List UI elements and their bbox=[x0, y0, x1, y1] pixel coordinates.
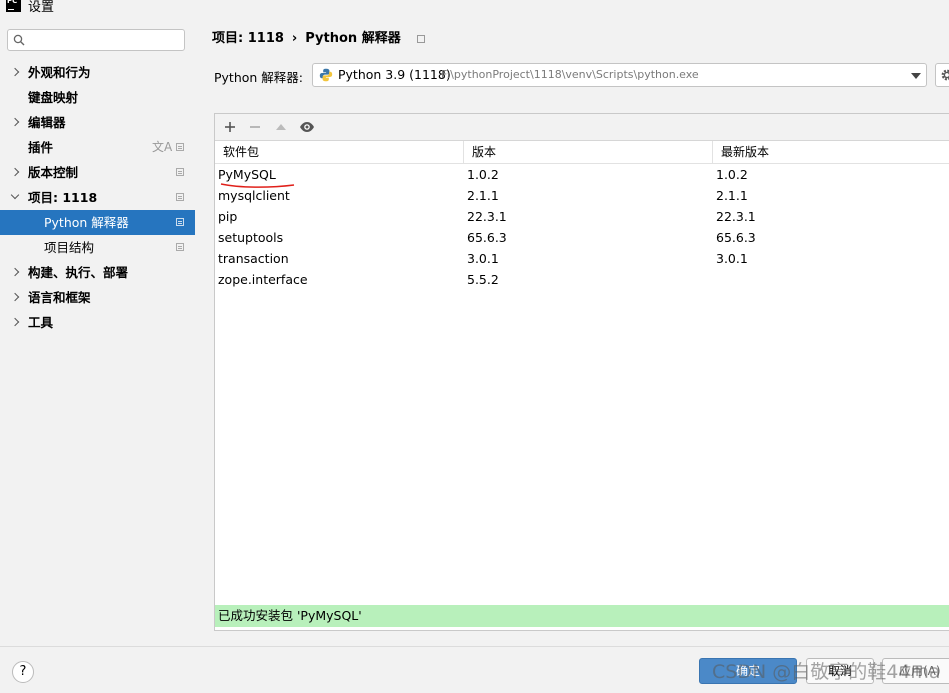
package-name: zope.interface bbox=[218, 272, 308, 287]
package-name: setuptools bbox=[218, 230, 284, 245]
interpreter-path: F:\pythonProject\1118\venv\Scripts\pytho… bbox=[441, 68, 699, 81]
sidebar-item-label: 工具 bbox=[28, 315, 54, 330]
sidebar-item-keymap[interactable]: 键盘映射 bbox=[0, 85, 195, 110]
package-table-panel: 软件包 版本 最新版本 PyMySQL 1.0.2 1.0.2 mysqlcli… bbox=[214, 113, 949, 631]
package-latest-version: 3.0.1 bbox=[716, 251, 748, 266]
sidebar-item-label: 项目: 1118 bbox=[28, 190, 98, 205]
sidebar-item-label: 插件 bbox=[28, 140, 54, 155]
package-name: transaction bbox=[218, 251, 289, 266]
table-row[interactable]: zope.interface 5.5.2 bbox=[215, 269, 949, 290]
sidebar-item-project[interactable]: 项目: 1118 bbox=[0, 185, 195, 210]
breadcrumb-page: Python 解释器 bbox=[305, 31, 401, 46]
package-toolbar bbox=[215, 114, 949, 141]
chevron-right-icon bbox=[10, 167, 20, 177]
search-icon bbox=[13, 34, 25, 46]
package-rows: PyMySQL 1.0.2 1.0.2 mysqlclient 2.1.1 2.… bbox=[215, 164, 949, 290]
sidebar-item-label: 语言和框架 bbox=[28, 290, 91, 305]
column-header-latest-version[interactable]: 最新版本 bbox=[713, 141, 949, 163]
search-box[interactable] bbox=[7, 29, 185, 51]
table-row[interactable]: setuptools 65.6.3 65.6.3 bbox=[215, 227, 949, 248]
interpreter-label: Python 解释器: bbox=[214, 70, 304, 85]
page-icon bbox=[176, 218, 184, 226]
sidebar-item-project-structure[interactable]: 项目结构 bbox=[0, 235, 195, 260]
eye-icon[interactable] bbox=[297, 117, 317, 137]
dialog-footer: ? 确定 取消 应用(A) CSDN @白敬亭的鞋44ma bbox=[0, 646, 949, 693]
red-underline-annotation bbox=[220, 183, 295, 188]
title-bar: PC 设置 bbox=[0, 0, 949, 15]
remove-package-button[interactable] bbox=[245, 117, 265, 137]
breadcrumb-separator: › bbox=[291, 31, 298, 46]
add-package-button[interactable] bbox=[220, 117, 240, 137]
window-title: 设置 bbox=[28, 0, 55, 15]
settings-content: 项目: 1118 › Python 解释器 Python 解释器: Python 3… bbox=[195, 14, 949, 646]
page-icon bbox=[176, 168, 184, 176]
table-row[interactable]: transaction 3.0.1 3.0.1 bbox=[215, 248, 949, 269]
sidebar-item-label: 构建、执行、部署 bbox=[28, 265, 129, 280]
install-status-message: 已成功安装包 'PyMySQL' bbox=[215, 605, 949, 627]
page-icon bbox=[176, 243, 184, 251]
page-icon bbox=[176, 143, 184, 151]
settings-sidebar: 外观和行为 键盘映射 编辑器 插件 文A 版本控制 项目: 1118 Pytho… bbox=[0, 14, 195, 646]
sidebar-item-label: Python 解释器 bbox=[44, 215, 129, 230]
apply-button[interactable]: 应用(A) bbox=[882, 658, 949, 684]
dropdown-arrow-icon[interactable] bbox=[911, 73, 921, 79]
package-version: 2.1.1 bbox=[467, 188, 499, 203]
sidebar-item-version-control[interactable]: 版本控制 bbox=[0, 160, 195, 185]
pycharm-logo-icon: PC bbox=[6, 0, 21, 12]
package-version: 22.3.1 bbox=[467, 209, 507, 224]
table-row[interactable]: PyMySQL 1.0.2 1.0.2 bbox=[215, 164, 949, 185]
page-icon bbox=[417, 34, 426, 43]
search-input[interactable] bbox=[30, 32, 184, 50]
package-latest-version: 65.6.3 bbox=[716, 230, 756, 245]
package-name: pip bbox=[218, 209, 238, 224]
table-row[interactable]: mysqlclient 2.1.1 2.1.1 bbox=[215, 185, 949, 206]
cancel-button[interactable]: 取消 bbox=[806, 658, 874, 684]
package-table-header: 软件包 版本 最新版本 bbox=[215, 141, 949, 164]
package-latest-version: 1.0.2 bbox=[716, 167, 748, 182]
chevron-down-icon bbox=[10, 190, 20, 200]
package-latest-version: 2.1.1 bbox=[716, 188, 748, 203]
chevron-right-icon bbox=[10, 267, 20, 277]
breadcrumb-project: 项目: 1118 bbox=[212, 31, 284, 46]
sidebar-item-build[interactable]: 构建、执行、部署 bbox=[0, 260, 195, 285]
gear-icon bbox=[941, 69, 949, 81]
chevron-right-icon bbox=[10, 67, 20, 77]
sidebar-item-appearance[interactable]: 外观和行为 bbox=[0, 60, 195, 85]
package-version: 3.0.1 bbox=[467, 251, 499, 266]
sidebar-item-plugins[interactable]: 插件 文A bbox=[0, 135, 195, 160]
upgrade-package-button[interactable] bbox=[271, 117, 291, 137]
interpreter-settings-button[interactable] bbox=[935, 63, 949, 87]
ok-button[interactable]: 确定 bbox=[699, 658, 797, 684]
chevron-right-icon bbox=[10, 117, 20, 127]
table-row[interactable]: pip 22.3.1 22.3.1 bbox=[215, 206, 949, 227]
sidebar-item-python-interpreter[interactable]: Python 解释器 bbox=[0, 210, 195, 235]
sidebar-item-editor[interactable]: 编辑器 bbox=[0, 110, 195, 135]
sidebar-item-label: 项目结构 bbox=[44, 240, 95, 255]
sidebar-item-label: 外观和行为 bbox=[28, 65, 91, 80]
column-header-package[interactable]: 软件包 bbox=[215, 141, 464, 163]
package-version: 65.6.3 bbox=[467, 230, 507, 245]
sidebar-item-label: 键盘映射 bbox=[28, 90, 79, 105]
python-icon bbox=[319, 68, 333, 82]
page-icon bbox=[176, 193, 184, 201]
help-button[interactable]: ? bbox=[12, 661, 34, 683]
interpreter-select[interactable]: Python 3.9 (1118) F:\pythonProject\1118\… bbox=[312, 63, 927, 87]
package-version: 5.5.2 bbox=[467, 272, 499, 287]
package-latest-version: 22.3.1 bbox=[716, 209, 756, 224]
package-version: 1.0.2 bbox=[467, 167, 499, 182]
chevron-right-icon bbox=[10, 317, 20, 327]
chevron-right-icon bbox=[10, 292, 20, 302]
sidebar-item-tools[interactable]: 工具 bbox=[0, 310, 195, 335]
sidebar-item-languages[interactable]: 语言和框架 bbox=[0, 285, 195, 310]
sidebar-item-label: 版本控制 bbox=[28, 165, 79, 180]
interpreter-name: Python 3.9 (1118) bbox=[338, 67, 451, 82]
sidebar-item-label: 编辑器 bbox=[28, 115, 66, 130]
translate-icon: 文A bbox=[152, 140, 173, 154]
column-header-version[interactable]: 版本 bbox=[464, 141, 713, 163]
breadcrumb: 项目: 1118 › Python 解释器 bbox=[212, 27, 426, 46]
